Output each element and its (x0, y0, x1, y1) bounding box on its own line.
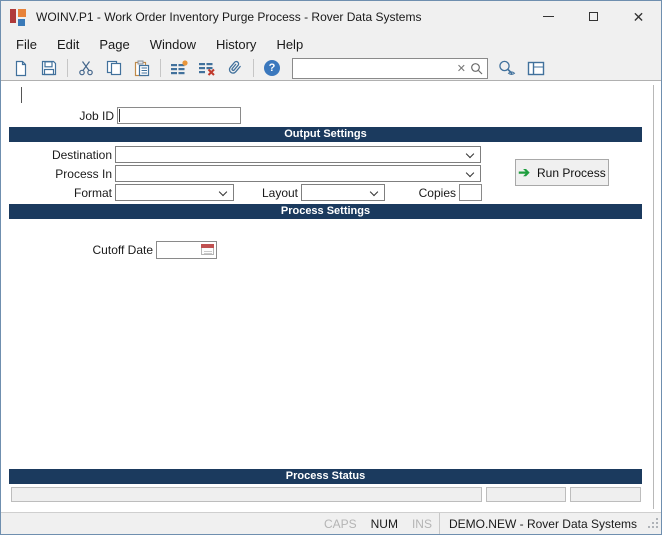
menu-page[interactable]: Page (89, 34, 139, 55)
copies-label: Copies (409, 186, 456, 200)
process-status-header: Process Status (9, 469, 642, 484)
table-layout-icon[interactable] (525, 58, 547, 78)
toolbar-search: ✕ (292, 58, 488, 79)
output-settings-header: Output Settings (9, 127, 642, 142)
save-icon[interactable] (38, 58, 60, 78)
toolbar: ? ✕ (1, 56, 661, 81)
menu-edit[interactable]: Edit (47, 34, 89, 55)
maximize-button[interactable] (571, 1, 616, 32)
cutoff-date-label: Cutoff Date (81, 243, 153, 257)
close-icon: ✕ (633, 10, 645, 24)
chevron-down-icon (219, 188, 227, 196)
toolbar-separator (253, 59, 254, 77)
resize-grip[interactable] (646, 517, 658, 532)
job-id-caret (119, 109, 120, 122)
help-icon[interactable]: ? (261, 58, 283, 78)
process-in-label: Process In (31, 167, 112, 181)
minimize-icon (543, 16, 554, 17)
delete-row-icon[interactable] (196, 58, 218, 78)
menu-bar: File Edit Page Window History Help (1, 32, 661, 56)
title-bar: WOINV.P1 - Work Order Inventory Purge Pr… (1, 1, 661, 32)
destination-label: Destination (31, 148, 112, 162)
chevron-down-icon (370, 188, 378, 196)
run-arrow-icon: ➔ (518, 164, 530, 181)
menu-help[interactable]: Help (266, 34, 313, 55)
destination-select[interactable] (115, 146, 481, 163)
chevron-down-icon (466, 150, 474, 158)
job-id-input[interactable] (117, 107, 241, 124)
copies-input[interactable] (459, 184, 482, 201)
menu-file[interactable]: File (6, 34, 47, 55)
run-process-label: Run Process (537, 166, 606, 180)
status-bar: CAPS NUM INS DEMO.NEW - Rover Data Syste… (1, 512, 661, 535)
format-label: Format (31, 186, 112, 200)
menu-window[interactable]: Window (140, 34, 206, 55)
process-settings-header: Process Settings (9, 204, 642, 219)
search-icon[interactable] (470, 62, 487, 75)
layout-label: Layout (251, 186, 298, 200)
app-window: WOINV.P1 - Work Order Inventory Purge Pr… (0, 0, 662, 535)
cutoff-date-input[interactable] (156, 241, 217, 259)
app-logo-icon (10, 8, 28, 26)
search-input[interactable] (293, 60, 453, 77)
new-document-icon[interactable] (10, 58, 32, 78)
cut-icon[interactable] (75, 58, 97, 78)
text-cursor (21, 87, 22, 103)
process-status-message (11, 487, 482, 502)
format-select[interactable] (115, 184, 234, 201)
caps-lock-indicator: CAPS (317, 517, 364, 531)
window-title: WOINV.P1 - Work Order Inventory Purge Pr… (36, 10, 421, 24)
close-button[interactable]: ✕ (616, 1, 661, 32)
insert-row-icon[interactable] (168, 58, 190, 78)
search-clear-icon[interactable]: ✕ (453, 62, 470, 75)
job-id-label: Job ID (41, 109, 114, 123)
process-status-value-2 (570, 487, 641, 502)
connection-status: DEMO.NEW - Rover Data Systems (440, 517, 646, 531)
lookup-preview-icon[interactable] (496, 58, 518, 78)
vertical-scrollbar[interactable] (653, 85, 654, 509)
insert-mode-indicator: INS (405, 517, 439, 531)
copy-icon[interactable] (103, 58, 125, 78)
form-canvas: Job ID Output Settings Destination Proce… (1, 81, 661, 512)
layout-select[interactable] (301, 184, 385, 201)
chevron-down-icon (466, 169, 474, 177)
help-question-glyph: ? (264, 60, 280, 76)
process-status-value-1 (486, 487, 566, 502)
paste-icon[interactable] (131, 58, 153, 78)
calendar-icon[interactable] (201, 244, 214, 255)
window-controls: ✕ (526, 1, 661, 32)
num-lock-indicator: NUM (364, 517, 405, 531)
menu-history[interactable]: History (206, 34, 266, 55)
attach-icon[interactable] (224, 58, 246, 78)
run-process-button[interactable]: ➔ Run Process (515, 159, 609, 186)
maximize-icon (589, 12, 598, 21)
toolbar-separator (67, 59, 68, 77)
process-in-select[interactable] (115, 165, 481, 182)
minimize-button[interactable] (526, 1, 571, 32)
toolbar-separator (160, 59, 161, 77)
